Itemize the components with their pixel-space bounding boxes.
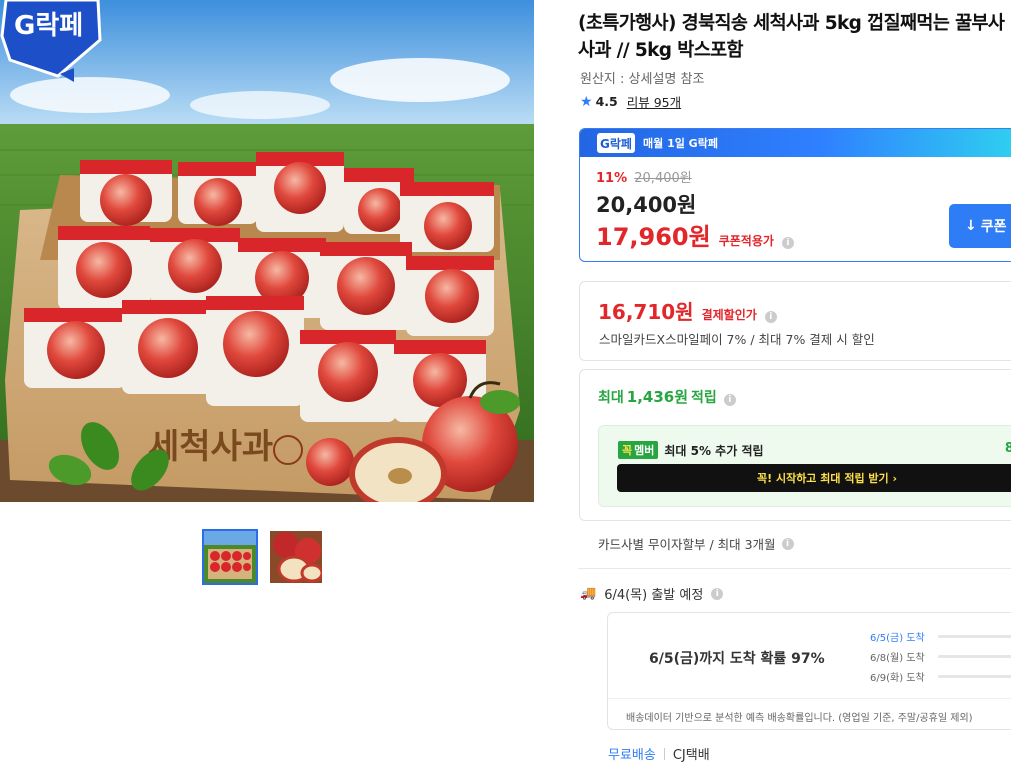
carrier-label: CJ택배	[672, 748, 710, 763]
member-badge-k: 꼭	[622, 444, 633, 457]
departure-text: 6/4(목) 출발 예정	[604, 588, 704, 603]
info-icon[interactable]: i	[781, 537, 794, 550]
thumbnail-list	[202, 529, 324, 585]
divider	[663, 747, 665, 760]
payment-price: 16,710원	[598, 300, 694, 324]
arrival-row: 6/8(월) 도착	[870, 649, 1011, 664]
installment-info: 카드사별 무이자할부 / 최대 3개월 i	[598, 534, 794, 553]
payment-discount-box: 16,710원 결제할인가 i 스마일카드X스마일페이 7% / 최대 7% 결…	[579, 281, 1011, 361]
price-box: G락페 매월 1일 G락페 11% 20,400원 20,400원 17,960…	[579, 128, 1011, 262]
truck-icon: 🚚	[580, 586, 597, 601]
coupon-price-row: 17,960원 쿠폰적용가 i	[596, 217, 794, 252]
divider	[578, 568, 1011, 569]
coupon-button-label: 쿠폰	[980, 219, 1007, 235]
member-text: 최대 5% 추가 적립	[664, 443, 764, 458]
g-festival-badge: G락페	[597, 133, 635, 153]
delivery-note: 배송데이터 기반으로 분석한 예측 배송확률입니다. (영업일 기준, 주말/공…	[626, 713, 973, 724]
star-icon: ★	[580, 93, 593, 110]
installment-text: 카드사별 무이자할부 / 최대 3개월	[598, 537, 776, 552]
arrival-date: 6/8(월) 도착	[870, 653, 925, 664]
coupon-price: 17,960원	[596, 223, 711, 251]
points-prefix: 최대	[598, 390, 624, 406]
info-icon[interactable]: i	[723, 394, 736, 406]
arrival-bar	[938, 675, 1011, 678]
points-suffix: 적립	[691, 390, 717, 406]
product-title: (초특가행사) 경북직송 세척사과 5kg 껍질째먹는 꿀부사사과 // 5kg…	[578, 13, 1005, 61]
coupon-price-label: 쿠폰적용가	[718, 234, 774, 248]
member-badge: 꼭 멤버	[618, 441, 659, 459]
coupon-download-button[interactable]: ↓ 쿠폰	[949, 204, 1011, 248]
g-festival-logo-text: G락페	[14, 11, 83, 41]
arrival-row: 6/9(화) 도착	[870, 669, 1011, 684]
info-icon[interactable]: i	[764, 311, 777, 323]
review-count-link[interactable]: 리뷰 95개	[627, 92, 681, 111]
info-icon[interactable]: i	[711, 587, 724, 600]
shipping-footer: 무료배송 CJ택배	[608, 744, 710, 763]
shipping-departure-row: 🚚 6/4(목) 출발 예정 i	[580, 584, 724, 603]
discount-row: 11% 20,400원	[596, 167, 692, 186]
member-percent: 8%	[1004, 441, 1011, 456]
arrival-date: 6/5(금) 도착	[870, 633, 925, 644]
arrival-bar	[938, 635, 1011, 638]
arrival-date: 6/9(화) 도착	[870, 673, 925, 684]
delivery-probability-box: 6/5(금)까지 도착 확률 97% 6/5(금) 도착 6/8(월) 도착 6…	[607, 612, 1011, 730]
sale-price: 20,400원	[596, 193, 697, 217]
product-rating: ★ 4.5 리뷰 95개	[580, 92, 681, 111]
member-promo: 꼭 멤버 최대 5% 추가 적립 8% 꼭! 시작하고 최대 적립 받기 ›	[598, 425, 1011, 507]
member-start-button[interactable]: 꼭! 시작하고 최대 적립 받기 ›	[617, 464, 1011, 492]
divider	[608, 698, 1011, 699]
thumbnail-2[interactable]	[268, 529, 324, 585]
payment-price-label: 결제할인가	[701, 308, 757, 322]
free-shipping-label[interactable]: 무료배송	[608, 744, 656, 763]
points-title: 최대 1,436원 적립 i	[598, 386, 736, 407]
payment-price-row: 16,710원 결제할인가 i	[598, 296, 777, 325]
rating-score: 4.5	[595, 94, 618, 109]
arrival-bar	[938, 655, 1011, 658]
points-amount: 1,436원	[626, 388, 689, 406]
download-icon: ↓	[965, 218, 977, 234]
discount-percent: 11%	[596, 171, 628, 186]
g-festival-banner-text: 매월 1일 G락페	[643, 137, 718, 150]
thumbnail-1[interactable]	[202, 529, 258, 585]
payment-discount-desc: 스마일카드X스마일페이 7% / 최대 7% 결제 시 할인	[599, 332, 875, 347]
member-row: 꼭 멤버 최대 5% 추가 적립	[618, 441, 764, 459]
g-festival-banner: G락페 매월 1일 G락페	[580, 129, 1011, 157]
product-main-image: 세척사과 G락페	[0, 0, 534, 502]
info-icon[interactable]: i	[781, 237, 794, 249]
arrival-row: 6/5(금) 도착	[870, 629, 1011, 644]
arrival-probability: 6/5(금)까지 도착 확률 97%	[649, 651, 825, 667]
original-price: 20,400원	[634, 171, 692, 186]
product-origin: 원산지 : 상세설명 참조	[580, 72, 705, 87]
points-box: 최대 1,436원 적립 i 꼭 멤버 최대 5% 추가 적립 8% 꼭! 시작…	[579, 369, 1011, 521]
member-badge-text: 멤버	[634, 444, 655, 457]
